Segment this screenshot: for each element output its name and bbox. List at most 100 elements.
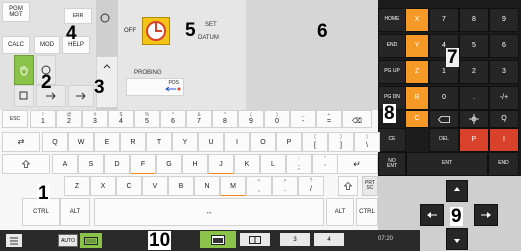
actual-position-key[interactable] [459, 110, 489, 128]
backspace-key[interactable] [429, 110, 459, 128]
key-w[interactable]: W [68, 132, 94, 152]
workspace-3-button[interactable]: 3 [280, 233, 310, 246]
enter-key[interactable]: ↵ [336, 154, 378, 174]
axis-x-key[interactable]: X [405, 8, 429, 32]
mdi-mode-key[interactable] [14, 85, 34, 107]
full-sequence-key[interactable] [68, 85, 94, 107]
workspace-2-button[interactable] [240, 233, 270, 246]
axis-z-key[interactable]: Z [405, 60, 429, 84]
pg-up-key[interactable]: PG UP [378, 60, 406, 84]
num-8-key[interactable]: 8 [459, 8, 489, 32]
key-t[interactable]: T [146, 132, 172, 152]
key-9[interactable]: (9 [238, 110, 264, 128]
key-x[interactable]: X [90, 176, 116, 196]
key-sym-0[interactable]: <, [246, 176, 272, 196]
ce-key[interactable]: CE [378, 128, 406, 152]
key-1[interactable]: ! 1 [30, 110, 56, 128]
axis-y-key[interactable]: Y [405, 34, 429, 58]
key-v[interactable]: V [142, 176, 168, 196]
key-i[interactable]: I [224, 132, 250, 152]
key-3[interactable]: #3 [82, 110, 108, 128]
q-param-key[interactable]: Q [489, 110, 519, 128]
probing-key[interactable]: POS [126, 78, 184, 96]
p-key[interactable]: P [459, 128, 489, 152]
key-punct-0[interactable]: :; [286, 154, 312, 174]
key-l[interactable]: L [260, 154, 286, 174]
num-6-key[interactable]: 6 [489, 34, 519, 58]
no-ent-key[interactable]: NO ENT [378, 152, 406, 176]
axis-c-key[interactable]: C [405, 110, 429, 128]
key-k[interactable]: K [234, 154, 260, 174]
mod-key[interactable]: MOD [34, 36, 60, 54]
workspace-1-button[interactable] [200, 231, 236, 248]
key-s[interactable]: S [78, 154, 104, 174]
arrow-up-key[interactable] [446, 180, 468, 202]
key-o[interactable]: O [250, 132, 276, 152]
shift-key[interactable] [338, 176, 358, 196]
errors-key[interactable]: ERR [64, 8, 92, 24]
key-p[interactable]: P [276, 132, 302, 152]
key-e[interactable]: E [94, 132, 120, 152]
key-c[interactable]: C [116, 176, 142, 196]
emergency-stop-key[interactable] [142, 17, 170, 45]
key-12[interactable]: + = [316, 110, 342, 128]
alt-right-key[interactable]: ALT [326, 198, 354, 226]
key-r[interactable]: R [120, 132, 146, 152]
key-j[interactable]: J [208, 154, 234, 174]
key-q[interactable]: Q [42, 132, 68, 152]
key-6[interactable]: ^ 6 [160, 110, 186, 128]
space-key[interactable]: ↔ [94, 198, 324, 226]
key-punct-1[interactable]: " ' [312, 154, 338, 174]
ent-key[interactable]: ENT [406, 152, 488, 176]
key-8[interactable]: * 8 [212, 110, 238, 128]
key-sym-2[interactable]: ? / [298, 176, 324, 196]
end-key[interactable]: END [378, 34, 406, 58]
keyboard-toggle-button[interactable] [80, 233, 102, 248]
pgm-mgt-key[interactable]: PGM MGT [2, 2, 30, 22]
key-f[interactable]: F [130, 154, 156, 174]
key-bracket-2[interactable]: | \ [354, 132, 380, 152]
end-block-key[interactable]: END [488, 152, 519, 176]
key-13[interactable]: ⌫ [342, 110, 372, 128]
decimal-key[interactable]: . [459, 86, 489, 110]
key-g[interactable]: G [156, 154, 182, 174]
workspace-4-button[interactable]: 4 [314, 233, 344, 246]
key-d[interactable]: D [104, 154, 130, 174]
num-5-key[interactable]: 5 [459, 34, 489, 58]
num-0-key[interactable]: 0 [429, 86, 459, 110]
arrow-right-key[interactable] [474, 204, 498, 226]
key-m[interactable]: M [220, 176, 246, 196]
key-5[interactable]: % 5 [134, 110, 160, 128]
sign-key[interactable]: -/+ [489, 86, 519, 110]
num-3-key[interactable]: 3 [489, 60, 519, 84]
i-key[interactable]: I [489, 128, 519, 152]
key-11[interactable]: _ - [290, 110, 316, 128]
key-h[interactable]: H [182, 154, 208, 174]
arrow-left-key[interactable] [420, 204, 444, 226]
arrow-down-key[interactable] [446, 228, 468, 250]
esc-key[interactable]: ESC [2, 110, 28, 128]
key-b[interactable]: B [168, 176, 194, 196]
num-7-key[interactable]: 7 [429, 8, 459, 32]
del-key[interactable]: DEL [429, 128, 459, 152]
key-n[interactable]: N [194, 176, 220, 196]
auto-mode-button[interactable]: AUTO [58, 234, 78, 247]
home-key[interactable]: HOME [378, 8, 406, 32]
key-z[interactable]: Z [64, 176, 90, 196]
caps-lock-key[interactable] [2, 154, 50, 174]
key-2[interactable]: @2 [56, 110, 82, 128]
tab-key[interactable]: ⇄ [2, 132, 40, 152]
print-screen-key[interactable]: PRT SC [362, 176, 378, 196]
key-u[interactable]: U [198, 132, 224, 152]
reverse-key[interactable] [92, 6, 118, 30]
menu-button[interactable] [6, 234, 22, 247]
key-sym-1[interactable]: >. [272, 176, 298, 196]
calc-key[interactable]: CALC [2, 36, 30, 54]
manual-mode-key[interactable] [14, 55, 34, 85]
key-y[interactable]: Y [172, 132, 198, 152]
key-4[interactable]: $4 [108, 110, 134, 128]
alt-left-key[interactable]: ALT [60, 198, 90, 226]
num-2-key[interactable]: 2 [459, 60, 489, 84]
axis-b-key[interactable]: B [405, 86, 429, 110]
key-a[interactable]: A [52, 154, 78, 174]
